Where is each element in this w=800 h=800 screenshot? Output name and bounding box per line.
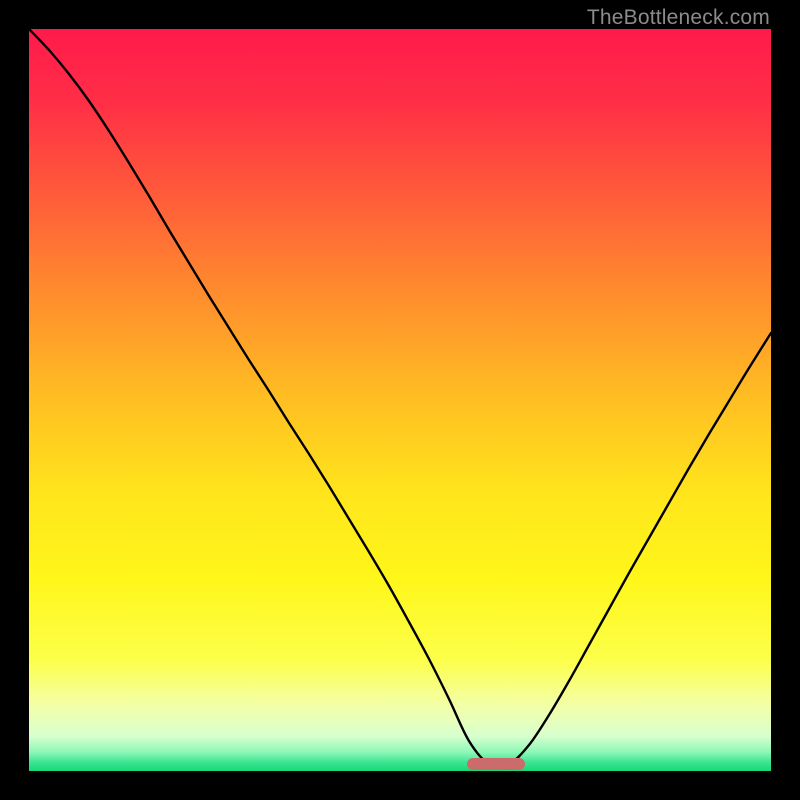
chart-frame: TheBottleneck.com — [0, 0, 800, 800]
background-gradient — [29, 29, 771, 771]
watermark-text: TheBottleneck.com — [587, 6, 770, 30]
optimal-marker — [467, 758, 525, 770]
plot-area — [29, 29, 771, 771]
